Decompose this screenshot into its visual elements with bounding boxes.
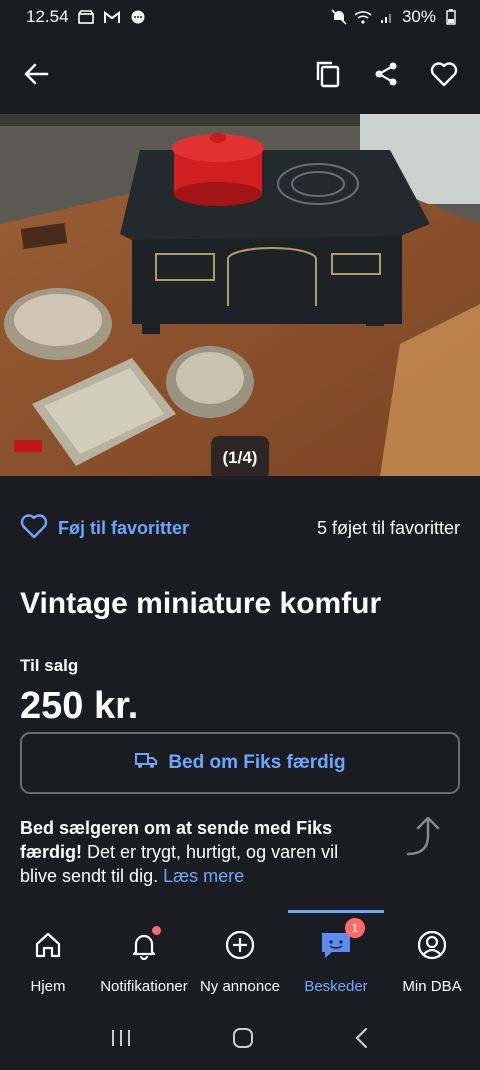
messages-icon: 1 [319,918,365,962]
heart-icon[interactable] [426,56,462,92]
recents-icon[interactable] [110,1028,132,1053]
bell-icon [127,926,161,962]
battery-percent: 30% [401,7,436,26]
listing-title: Vintage miniature komfur [20,587,382,620]
back-arrow-icon[interactable] [18,56,54,92]
top-app-bar [0,34,480,114]
curved-arrow-icon [400,812,446,860]
home-system-icon[interactable] [232,1027,254,1054]
store-icon [77,9,95,25]
signal-icon [378,9,396,25]
fiks-faerdig-button[interactable]: Bed om Fiks færdig [20,732,460,794]
nav-item-home[interactable]: Hjem [0,910,96,1010]
chat-icon [129,9,147,25]
photo-counter: (1/4) [211,436,269,480]
back-system-icon[interactable] [354,1027,370,1054]
nav-label-messages: Beskeder [304,978,368,995]
status-left: 12.54 [26,7,147,27]
notification-dot [152,926,161,935]
nav-label-new-ad: Ny annonce [199,978,281,995]
profile-icon [415,928,449,962]
nav-label-min-dba: Min DBA [402,978,462,995]
favorites-count: 5 føjet til favoritter [316,517,460,538]
heart-outline-icon [20,513,48,544]
plus-circle-icon [223,928,257,962]
nav-label-notifications: Notifikationer [100,978,188,995]
nav-item-min-dba[interactable]: Min DBA [384,910,480,1010]
delivery-truck-icon [134,750,158,776]
messages-badge: 1 [345,918,365,938]
wifi-icon [354,9,372,25]
nav-item-messages[interactable]: 1 Beskeder [288,910,384,1010]
nav-item-new-ad[interactable]: Ny annonce [192,910,288,1010]
status-time: 12.54 [26,7,69,26]
home-icon [31,928,65,962]
nav-label-home: Hjem [30,978,66,995]
top-actions [310,56,462,92]
favorites-row: Føj til favoritter 5 føjet til favoritte… [20,508,460,548]
fiks-info-text: Bed sælgeren om at sende med Fiks færdig… [20,816,380,888]
read-more-link[interactable]: Læs mere [163,866,244,886]
listing-price: 250 kr. [20,685,139,727]
share-icon[interactable] [368,56,404,92]
system-navigation [0,1010,480,1070]
mute-icon [330,9,348,25]
status-bar: 12.54 30% [0,0,480,34]
bottom-navigation: Hjem Notifikationer Ny annonce 1 Beskede… [0,910,480,1010]
fiks-faerdig-label: Bed om Fiks færdig [168,752,346,773]
copy-icon[interactable] [310,56,346,92]
status-right: 30% [330,7,460,27]
sale-type-label: Til salg [20,656,79,675]
listing-photo[interactable] [0,114,480,476]
add-to-favorites-label: Føj til favoritter [58,517,190,538]
nav-item-notifications[interactable]: Notifikationer [96,910,192,1010]
battery-icon [442,9,460,25]
gmail-icon [103,9,121,25]
add-to-favorites-button[interactable]: Føj til favoritter [20,513,189,544]
